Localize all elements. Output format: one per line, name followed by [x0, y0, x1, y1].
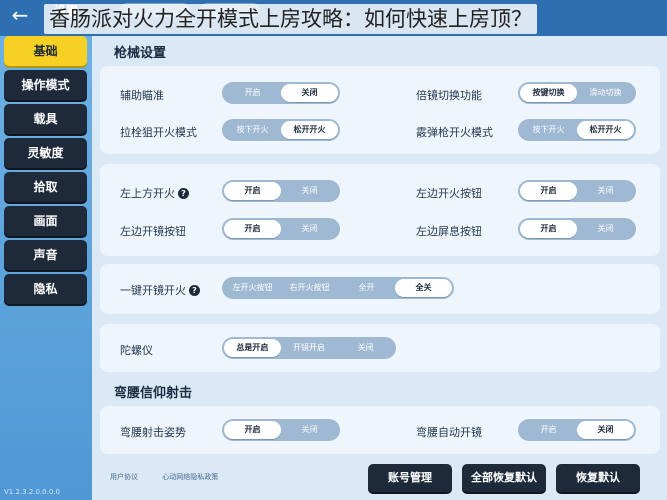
- card-left-buttons: 左上方开火? 开启 关闭 左边开火按钮 开启 关闭 左边开镜按钮 开启 关闭 左…: [100, 164, 660, 256]
- option-scope-slide[interactable]: 滑动切换: [577, 84, 634, 102]
- option-left-fire-on[interactable]: 开启: [520, 182, 577, 200]
- option-all-on[interactable]: 全开: [338, 279, 395, 297]
- toggle-lean-pose[interactable]: 开启 关闭: [222, 419, 340, 441]
- privacy-policy-link[interactable]: 心动网络隐私政策: [162, 473, 218, 481]
- option-lean-pose-on[interactable]: 开启: [224, 421, 281, 439]
- option-lean-pose-off[interactable]: 关闭: [281, 421, 338, 439]
- sidebar-item-sound[interactable]: 声音: [4, 240, 87, 270]
- option-upper-left-on[interactable]: 开启: [224, 182, 281, 200]
- sidebar-item-control-mode[interactable]: 操作模式: [4, 70, 87, 100]
- option-bolt-press[interactable]: 按下开火: [224, 121, 281, 139]
- option-shotgun-press[interactable]: 按下开火: [520, 121, 577, 139]
- back-arrow-icon[interactable]: ←: [8, 4, 32, 28]
- toggle-shotgun-fire[interactable]: 按下开火 松开开火: [518, 119, 636, 141]
- sidebar-item-graphics[interactable]: 画面: [4, 206, 87, 236]
- label-shotgun-fire: 霰弹枪开火模式: [416, 126, 493, 139]
- option-lean-auto-off[interactable]: 关闭: [577, 421, 634, 439]
- option-left-scope-off[interactable]: 关闭: [281, 220, 338, 238]
- label-left-scope-btn: 左边开镜按钮: [120, 225, 186, 238]
- restore-all-defaults-button[interactable]: 全部恢复默认: [462, 464, 546, 492]
- option-left-breath-off[interactable]: 关闭: [577, 220, 634, 238]
- option-gyro-always[interactable]: 总是开启: [224, 339, 281, 357]
- option-gyro-off[interactable]: 关闭: [337, 339, 394, 357]
- label-bolt-fire: 拉栓狙开火模式: [120, 126, 197, 139]
- option-left-scope-on[interactable]: 开启: [224, 220, 281, 238]
- section-title-lean: 弯腰信仰射击: [114, 386, 193, 401]
- footer-links: 用户协议 心动网络隐私政策: [110, 472, 240, 482]
- option-bolt-release[interactable]: 松开开火: [281, 121, 338, 139]
- settings-panel: 枪械设置 辅助瞄准 开启 关闭 倍镜切换功能 按键切换 滑动切换 拉栓狙开火模式…: [92, 30, 667, 500]
- toggle-left-scope-btn[interactable]: 开启 关闭: [222, 218, 340, 240]
- toggle-lean-auto-scope[interactable]: 开启 关闭: [518, 419, 636, 441]
- label-left-breath-btn: 左边屏息按钮: [416, 225, 482, 238]
- option-left-breath-on[interactable]: 开启: [520, 220, 577, 238]
- option-left-fire-button[interactable]: 左开火按钮: [224, 279, 281, 297]
- label-one-key-scope-text: 一键开镜开火: [120, 284, 186, 297]
- label-upper-left-fire: 左上方开火?: [120, 185, 189, 201]
- version-label: V1.2.3.2.0.0.0.0: [4, 488, 60, 496]
- toggle-one-key-scope[interactable]: 左开火按钮 右开火按钮 全开 全关: [222, 277, 454, 299]
- toggle-left-breath-btn[interactable]: 开启 关闭: [518, 218, 636, 240]
- sidebar-item-basic[interactable]: 基础: [4, 36, 87, 66]
- option-aim-assist-off[interactable]: 关闭: [281, 84, 338, 102]
- option-left-fire-off[interactable]: 关闭: [577, 182, 634, 200]
- section-title-gun: 枪械设置: [114, 46, 167, 61]
- sidebar-item-sensitivity[interactable]: 灵敏度: [4, 138, 87, 168]
- help-icon[interactable]: ?: [178, 188, 189, 199]
- toggle-gyro[interactable]: 总是开启 开镜开启 关闭: [222, 337, 396, 359]
- sidebar-item-vehicle[interactable]: 载具: [4, 104, 87, 134]
- toggle-scope-switch[interactable]: 按键切换 滑动切换: [518, 82, 636, 104]
- toggle-upper-left-fire[interactable]: 开启 关闭: [222, 180, 340, 202]
- card-lean: 弯腰射击姿势 开启 关闭 弯腰自动开镜 开启 关闭: [100, 406, 660, 454]
- option-upper-left-off[interactable]: 关闭: [281, 182, 338, 200]
- option-shotgun-release[interactable]: 松开开火: [577, 121, 634, 139]
- restore-defaults-button[interactable]: 恢复默认: [556, 464, 640, 492]
- label-upper-left-fire-text: 左上方开火: [120, 187, 175, 200]
- account-management-button[interactable]: 账号管理: [368, 464, 452, 492]
- label-lean-pose: 弯腰射击姿势: [120, 426, 186, 439]
- option-right-fire-button[interactable]: 右开火按钮: [281, 279, 338, 297]
- option-scope-key[interactable]: 按键切换: [520, 84, 577, 102]
- label-left-fire-btn: 左边开火按钮: [416, 187, 482, 200]
- overlay-caption: 香肠派对火力全开模式上房攻略：如何快速上房顶？: [44, 4, 537, 34]
- toggle-aim-assist[interactable]: 开启 关闭: [222, 82, 340, 104]
- sidebar-item-privacy[interactable]: 隐私: [4, 274, 87, 304]
- user-agreement-link[interactable]: 用户协议: [110, 473, 138, 481]
- label-lean-auto-scope: 弯腰自动开镜: [416, 426, 482, 439]
- card-gyro: 陀螺仪 总是开启 开镜开启 关闭: [100, 324, 660, 372]
- sidebar: 基础 操作模式 载具 灵敏度 拾取 画面 声音 隐私 V1.2.3.2.0.0.…: [0, 30, 92, 500]
- option-aim-assist-on[interactable]: 开启: [224, 84, 281, 102]
- label-scope-switch: 倍镜切换功能: [416, 89, 482, 102]
- toggle-bolt-fire[interactable]: 按下开火 松开开火: [222, 119, 340, 141]
- help-icon[interactable]: ?: [189, 285, 200, 296]
- label-aim-assist: 辅助瞄准: [120, 89, 164, 102]
- option-lean-auto-on[interactable]: 开启: [520, 421, 577, 439]
- card-gun-basic: 辅助瞄准 开启 关闭 倍镜切换功能 按键切换 滑动切换 拉栓狙开火模式 按下开火…: [100, 66, 660, 154]
- toggle-left-fire-btn[interactable]: 开启 关闭: [518, 180, 636, 202]
- card-one-key-scope: 一键开镜开火? 左开火按钮 右开火按钮 全开 全关: [100, 264, 660, 314]
- label-one-key-scope: 一键开镜开火?: [120, 282, 200, 298]
- sidebar-item-pickup[interactable]: 拾取: [4, 172, 87, 202]
- option-all-off[interactable]: 全关: [395, 279, 452, 297]
- label-gyro: 陀螺仪: [120, 344, 153, 357]
- option-gyro-scope[interactable]: 开镜开启: [281, 339, 338, 357]
